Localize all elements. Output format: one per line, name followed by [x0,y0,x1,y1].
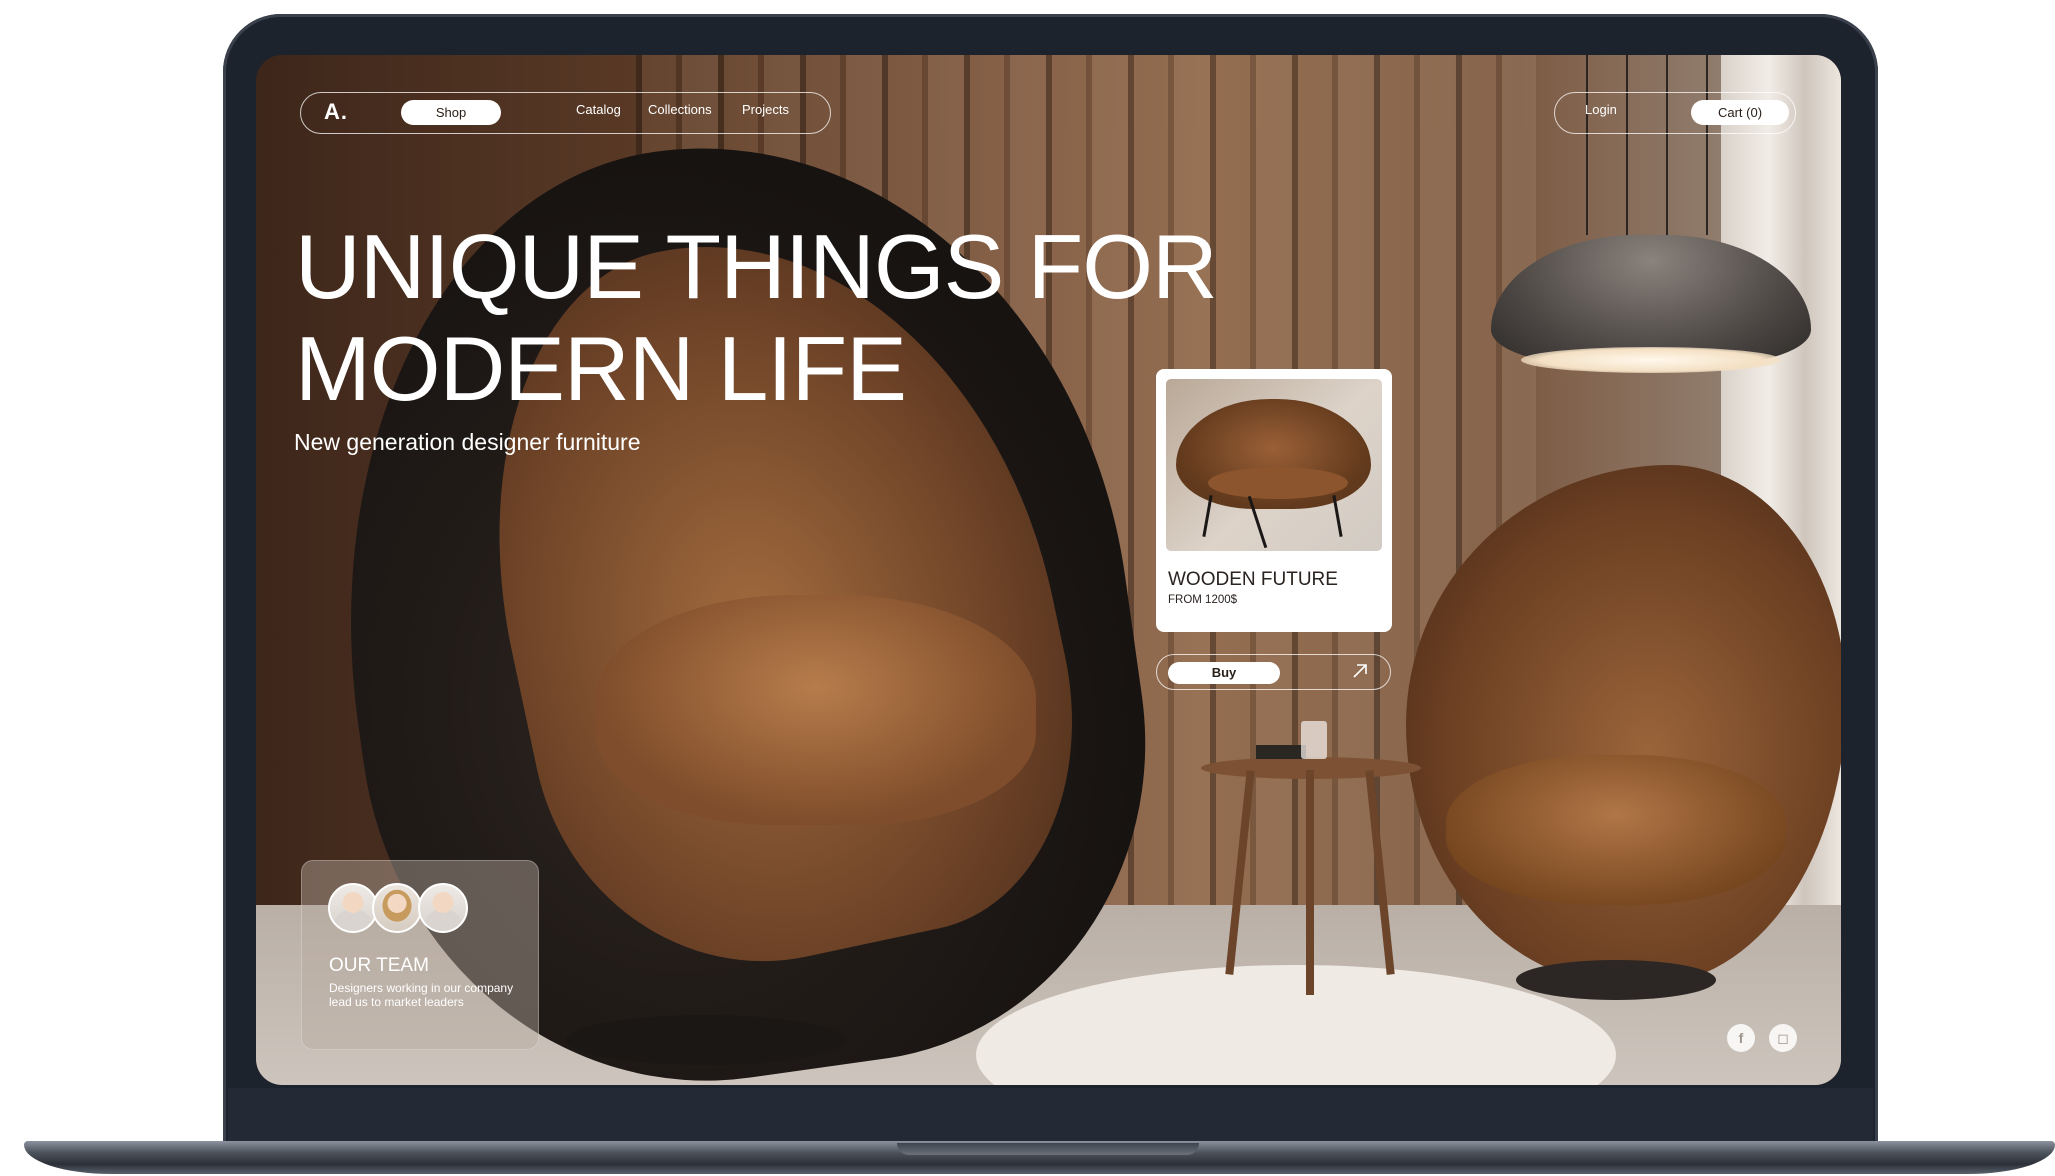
laptop-notch [897,1143,1199,1155]
lamp-wire [1626,55,1628,235]
armchair-base [1516,960,1716,1000]
hero-subtitle: New generation designer furniture [294,429,641,455]
lamp-glow [1521,347,1781,373]
book [1256,745,1306,759]
lamp-wire [1586,55,1588,235]
team-title: OUR TEAM [329,955,429,976]
product-chair-seat [1208,467,1348,499]
lamp-wire [1666,55,1668,235]
facebook-icon[interactable]: f [1727,1024,1755,1052]
nav-link-collections[interactable]: Collections [648,102,712,117]
product-card[interactable]: WOODEN FUTURE FROM 1200$ [1156,369,1392,632]
team-member-avatar [372,883,422,933]
product-image [1166,379,1382,551]
team-member-avatar [418,883,468,933]
laptop-chin [228,1088,1873,1142]
product-chair-leg [1202,495,1213,537]
team-member-avatar [328,883,378,933]
armchair-seat [1446,755,1786,905]
lamp-wire [1706,55,1708,235]
team-description: Designers working in our company lead us… [329,981,514,1009]
product-name: WOODEN FUTURE [1168,569,1338,590]
cart-button[interactable]: Cart (0) [1691,100,1789,125]
nav-link-catalog[interactable]: Catalog [576,102,621,117]
glass [1301,721,1327,759]
arrow-up-right-icon[interactable] [1348,659,1372,683]
login-link[interactable]: Login [1585,102,1617,117]
side-table-leg [1306,770,1314,995]
egg-chair-base [566,1015,846,1065]
instagram-icon[interactable]: ◻ [1769,1024,1797,1052]
egg-chair-cushion [596,595,1036,825]
product-price: FROM 1200$ [1168,594,1238,606]
website-screen: A. Shop Catalog Collections Projects Log… [256,55,1841,1085]
buy-button[interactable]: Buy [1168,662,1280,684]
logo[interactable]: A. [324,99,348,125]
nav-link-projects[interactable]: Projects [742,102,789,117]
shop-button[interactable]: Shop [401,100,501,125]
product-chair-leg [1332,495,1343,537]
